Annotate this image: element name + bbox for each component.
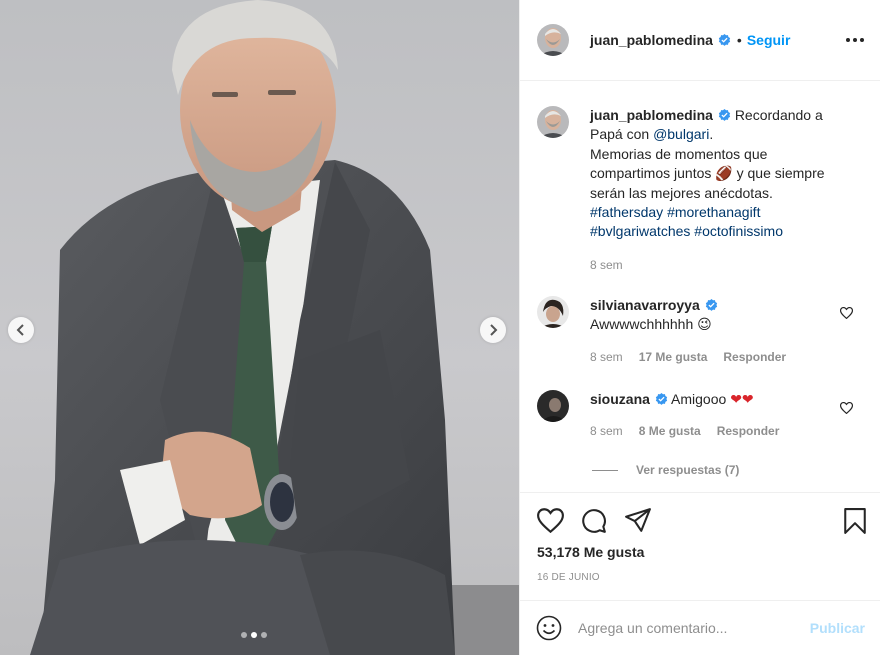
previous-image-button[interactable]	[8, 317, 34, 343]
header-separator: •	[736, 32, 742, 48]
comment-bubble-icon[interactable]	[581, 508, 607, 534]
like-heart-icon[interactable]	[537, 508, 564, 533]
comment-input[interactable]	[578, 620, 810, 636]
comment-like-heart-icon[interactable]	[840, 307, 853, 319]
verified-badge-icon	[718, 109, 731, 121]
commenter-avatar[interactable]	[537, 296, 569, 328]
more-dot-icon	[860, 38, 864, 42]
post-photo	[30, 0, 519, 655]
comment-meta: 8 sem 17 Me gusta Responder	[590, 348, 850, 367]
comment-likes[interactable]: 17 Me gusta	[639, 348, 708, 367]
commenter-avatar[interactable]	[537, 390, 569, 422]
verified-badge-icon	[718, 33, 731, 46]
comment-text: Amigooo	[671, 391, 727, 407]
view-replies-button[interactable]: Ver respuestas (7)	[592, 463, 739, 477]
hashtag-link[interactable]: #bvlgariwatches	[590, 223, 690, 239]
publish-button[interactable]: Publicar	[810, 620, 865, 636]
chevron-right-icon	[490, 324, 498, 336]
caption: juan_pablomedina Recordando a Papá con @…	[537, 106, 850, 275]
follow-button[interactable]: Seguir	[747, 32, 791, 48]
next-image-button[interactable]	[480, 317, 506, 343]
carousel-dot-active	[251, 632, 257, 638]
caption-age[interactable]: 8 sem	[590, 256, 623, 275]
likes-count[interactable]: 53,178 Me gusta	[537, 544, 644, 560]
hashtag-link[interactable]: #fathersday	[590, 204, 663, 220]
hashtag-link[interactable]: #octofinissimo	[694, 223, 783, 239]
heart-emoji: ❤❤	[730, 391, 754, 407]
view-replies-label: Ver respuestas (7)	[636, 463, 740, 477]
comment-body: siouzana Amigooo ❤❤ 8 sem 8 Me gusta Res…	[590, 390, 850, 442]
reply-button[interactable]: Responder	[717, 422, 780, 441]
emoji-smiley-icon[interactable]	[536, 615, 562, 641]
comment-age[interactable]: 8 sem	[590, 348, 623, 367]
chevron-left-icon	[16, 324, 24, 336]
comment-item: silvianavarroyya Awwwwchhhhhh 😉 8 sem 17…	[537, 296, 850, 367]
wink-emoji: 😉	[697, 316, 712, 333]
football-emoji: 🏈	[715, 165, 733, 182]
share-paper-plane-icon[interactable]	[625, 508, 651, 532]
save-bookmark-icon[interactable]	[844, 508, 866, 534]
comment-text: Awwwwchhhhhh	[590, 316, 694, 333]
caption-period: .	[709, 126, 714, 143]
commenter-username[interactable]: siouzana	[590, 391, 650, 407]
more-dot-icon	[853, 38, 857, 42]
more-dot-icon	[846, 38, 850, 42]
caption-text: juan_pablomedina Recordando a Papá con @…	[590, 106, 850, 275]
verified-badge-icon	[655, 393, 668, 405]
post-actions: 53,178 Me gusta 16 DE JUNIO	[520, 492, 880, 604]
hashtag-link[interactable]: #morethanagift	[667, 204, 760, 220]
post-date[interactable]: 16 DE JUNIO	[537, 572, 600, 583]
comment-item: siouzana Amigooo ❤❤ 8 sem 8 Me gusta Res…	[537, 390, 850, 442]
caption-meta: 8 sem	[590, 256, 850, 275]
reply-button[interactable]: Responder	[723, 348, 786, 367]
comments-list[interactable]: juan_pablomedina Recordando a Papá con @…	[520, 82, 880, 490]
carousel-indicator	[241, 632, 267, 638]
comment-like-heart-icon[interactable]	[840, 402, 853, 414]
replies-divider	[592, 469, 618, 471]
commenter-username[interactable]: silvianavarroyya	[590, 297, 700, 313]
comment-body: silvianavarroyya Awwwwchhhhhh 😉 8 sem 17…	[590, 296, 850, 367]
add-comment-bar: Publicar	[520, 600, 880, 655]
carousel-dot	[261, 632, 267, 638]
comment-likes[interactable]: 8 Me gusta	[639, 422, 701, 441]
post-side-panel: juan_pablomedina • Seguir juan_pablomedi…	[519, 0, 880, 655]
comment-meta: 8 sem 8 Me gusta Responder	[590, 422, 850, 441]
mention-link[interactable]: @bulgari	[653, 126, 709, 142]
carousel-dot	[241, 632, 247, 638]
comment-age[interactable]: 8 sem	[590, 422, 623, 441]
author-avatar[interactable]	[537, 24, 569, 56]
more-options-button[interactable]	[846, 38, 864, 42]
post-header: juan_pablomedina • Seguir	[520, 0, 880, 81]
caption-username[interactable]: juan_pablomedina	[590, 107, 713, 123]
verified-badge-icon	[705, 299, 717, 311]
author-avatar[interactable]	[537, 106, 569, 138]
post-media[interactable]	[0, 0, 519, 655]
author-username[interactable]: juan_pablomedina	[590, 32, 713, 48]
